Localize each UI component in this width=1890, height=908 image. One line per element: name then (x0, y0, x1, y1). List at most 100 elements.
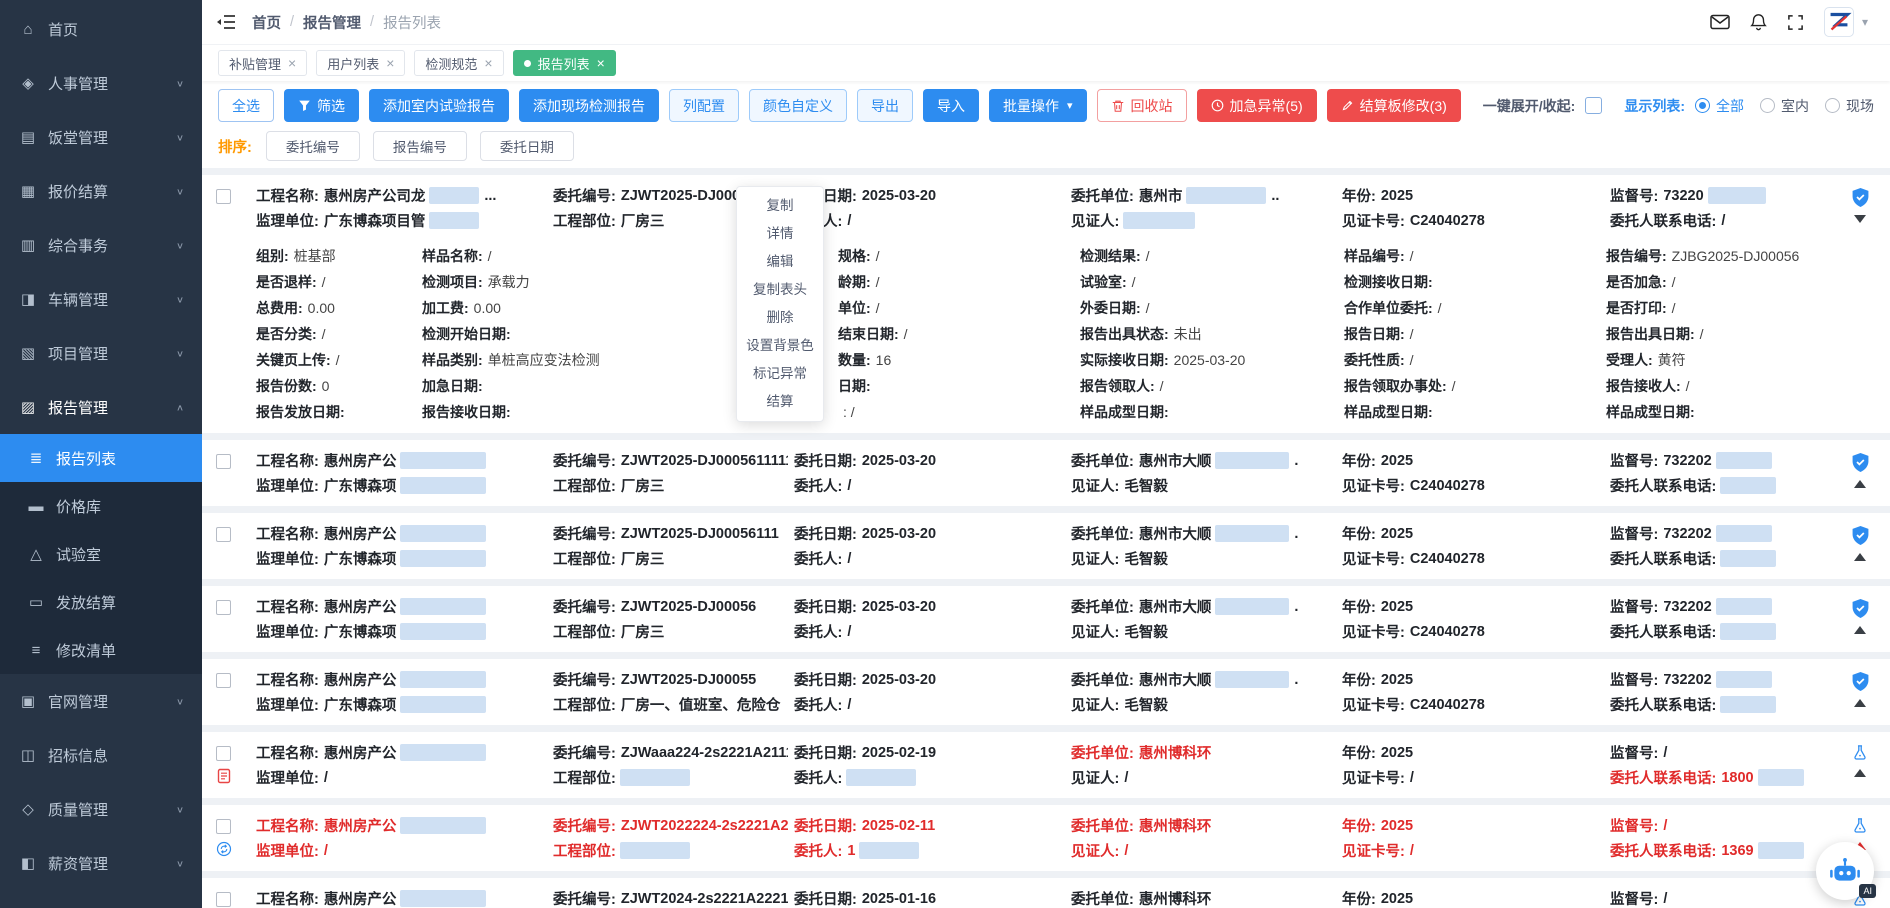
add-indoor-report-button[interactable]: 添加室内试验报告 (369, 89, 509, 122)
row-checkbox[interactable] (216, 600, 231, 615)
shield-icon[interactable] (1851, 187, 1870, 208)
sidebar-item-bidding[interactable]: ◫招标信息 (0, 728, 202, 782)
display-radio-all[interactable]: 全部 (1695, 96, 1744, 116)
sidebar-item-price-library[interactable]: ▬价格库 (0, 482, 202, 530)
row-checkbox[interactable] (216, 746, 231, 761)
detail-value: / (1672, 300, 1676, 316)
breadcrumb-item[interactable]: 报告列表 (383, 12, 441, 33)
row-field: 年份:2025 (1342, 448, 1604, 473)
row-checkbox[interactable] (216, 892, 231, 907)
select-all-button[interactable]: 全选 (218, 89, 274, 122)
sidebar-item-canteen[interactable]: ▤饭堂管理∨ (0, 110, 202, 164)
row-field: 委托单位:惠州市大顺. (1071, 667, 1336, 692)
context-menu-item-7[interactable]: 结算 (737, 388, 823, 416)
context-menu-item-4[interactable]: 删除 (737, 304, 823, 332)
sidebar-item-salary[interactable]: ◧薪资管理∨ (0, 836, 202, 890)
row-checkbox[interactable] (216, 189, 231, 204)
chevron-up-icon[interactable] (1854, 699, 1866, 707)
tab-user-list[interactable]: 用户列表× (316, 50, 405, 76)
sidebar-item-website[interactable]: ▣官网管理∨ (0, 674, 202, 728)
sidebar-item-hr[interactable]: ◈人事管理∨ (0, 56, 202, 110)
row-field: 委托日期:2025-01-16 (794, 886, 1065, 908)
row-checkbox[interactable] (216, 454, 231, 469)
chevron-up-icon[interactable] (1854, 553, 1866, 561)
lab-flask-icon[interactable] (1851, 817, 1869, 835)
sidebar-item-vehicle[interactable]: ◨车辆管理∨ (0, 272, 202, 326)
sidebar-item-project[interactable]: ▧项目管理∨ (0, 326, 202, 380)
chevron-up-icon[interactable] (1854, 480, 1866, 488)
breadcrumb-item[interactable]: 报告管理 (303, 12, 361, 33)
display-radio-onsite[interactable]: 现场 (1825, 96, 1874, 116)
company-logo[interactable] (1824, 7, 1854, 37)
shield-icon[interactable] (1851, 598, 1870, 619)
tab-subsidy[interactable]: 补贴管理× (218, 50, 307, 76)
context-menu-item-6[interactable]: 标记异常 (737, 360, 823, 388)
sidebar-item-label: 人事管理 (48, 73, 108, 94)
context-menu-item-1[interactable]: 详情 (737, 220, 823, 248)
lab-flask-icon[interactable] (1851, 744, 1869, 762)
color-custom-button[interactable]: 颜色自定义 (749, 89, 847, 122)
detail-cell: 龄期:/ (838, 269, 1080, 295)
sort-button-2[interactable]: 委托日期 (480, 131, 574, 161)
shield-icon[interactable] (1851, 671, 1870, 692)
sidebar-item-report-list[interactable]: ≣报告列表 (0, 434, 202, 482)
sort-button-0[interactable]: 委托编号 (266, 131, 360, 161)
tab-report-list[interactable]: 报告列表× (513, 50, 616, 76)
close-icon[interactable]: × (597, 56, 605, 70)
bell-icon[interactable] (1750, 13, 1767, 31)
sort-button-1[interactable]: 报告编号 (373, 131, 467, 161)
fullscreen-icon[interactable] (1787, 14, 1804, 31)
context-menu-item-0[interactable]: 复制 (737, 192, 823, 220)
sidebar-item-quotation[interactable]: ▦报价结算∨ (0, 164, 202, 218)
close-icon[interactable]: × (386, 56, 394, 70)
shield-icon[interactable] (1851, 525, 1870, 546)
close-icon[interactable]: × (288, 56, 296, 70)
chat-bot-button[interactable]: AI (1816, 842, 1874, 900)
mail-icon[interactable] (1710, 14, 1730, 30)
sidebar-item-issue-settlement[interactable]: ▭发放结算 (0, 578, 202, 626)
breadcrumb-item[interactable]: 首页 (252, 12, 281, 33)
shield-icon[interactable] (1851, 452, 1870, 473)
chevron-up-icon[interactable] (1854, 769, 1866, 777)
sidebar-item-quality[interactable]: ◇质量管理∨ (0, 782, 202, 836)
urgent-exception-button[interactable]: 加急异常(5) (1197, 89, 1317, 122)
settlement-modify-button[interactable]: 结算板修改(3) (1327, 89, 1461, 122)
context-menu-item-5[interactable]: 设置背景色 (737, 332, 823, 360)
sidebar-item-laboratory[interactable]: △试验室 (0, 530, 202, 578)
filter-button[interactable]: 筛选 (284, 89, 359, 122)
display-radio-indoor[interactable]: 室内 (1760, 96, 1809, 116)
field-label: 年份: (1342, 523, 1376, 544)
field-value: / (1663, 818, 1667, 834)
field-value: 厂房三 (621, 548, 665, 569)
chevron-down-icon[interactable]: ▾ (1862, 15, 1868, 29)
row-checkbox[interactable] (216, 819, 231, 834)
row-checkbox[interactable] (216, 673, 231, 688)
import-button[interactable]: 导入 (923, 89, 979, 122)
field-label: 监督号: (1610, 669, 1658, 690)
recycle-bin-button[interactable]: 回收站 (1097, 89, 1187, 122)
close-icon[interactable]: × (484, 56, 492, 70)
export-button[interactable]: 导出 (857, 89, 913, 122)
report-row-7: 工程名称:惠州房产公监理单位:委托编号:ZJWT2024-2s2221A2221… (202, 878, 1890, 908)
detail-cell: 关键页上传:/ (256, 347, 422, 373)
add-onsite-report-button[interactable]: 添加现场检测报告 (519, 89, 659, 122)
expand-toggle-checkbox[interactable] (1585, 97, 1602, 114)
redaction-block (400, 525, 486, 542)
row-field: 委托日期:2025-03-20 (794, 448, 1065, 473)
sidebar-item-modify-list[interactable]: ≡修改清单 (0, 626, 202, 674)
sidebar-item-report[interactable]: ▨报告管理∧ (0, 380, 202, 434)
menu-fold-icon[interactable] (216, 14, 236, 30)
row-checkbox[interactable] (216, 527, 231, 542)
chevron-down-icon[interactable] (1854, 215, 1866, 223)
batch-actions-button[interactable]: 批量操作 ▾ (989, 89, 1087, 122)
sidebar-item-home[interactable]: ⌂首页 (0, 2, 202, 56)
chevron-up-icon[interactable] (1854, 626, 1866, 634)
row-field: 工程名称:惠州房产公 (256, 813, 547, 838)
tab-inspection-standards[interactable]: 检测规范× (414, 50, 503, 76)
context-menu-item-3[interactable]: 复制表头 (737, 276, 823, 304)
detail-value: / (322, 326, 326, 342)
column-config-button[interactable]: 列配置 (669, 89, 739, 122)
sidebar-item-affairs[interactable]: ▥综合事务∨ (0, 218, 202, 272)
context-menu-item-2[interactable]: 编辑 (737, 248, 823, 276)
field-value: 厂房三 (621, 621, 665, 642)
